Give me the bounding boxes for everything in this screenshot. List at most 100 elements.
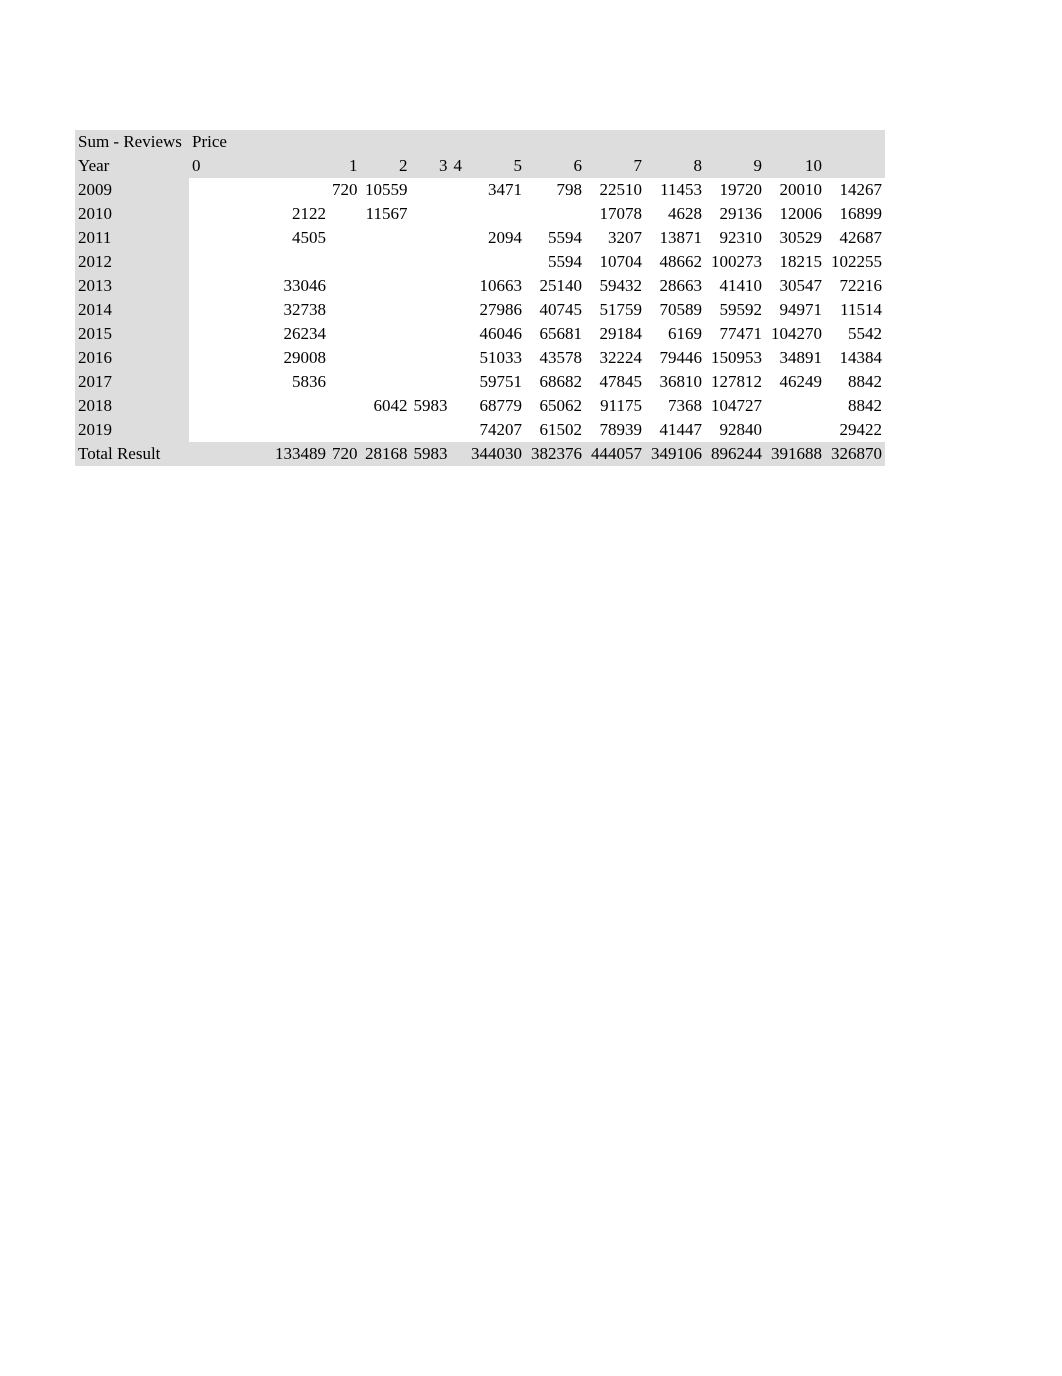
data-cell: 34891 [765,346,825,370]
data-cell: 68682 [525,370,585,394]
data-cell [411,298,451,322]
data-cell: 92310 [705,226,765,250]
data-cell: 65681 [525,322,585,346]
data-cell: 20010 [765,178,825,202]
data-cell: 2094 [465,226,525,250]
data-cell: 28663 [645,274,705,298]
data-cell: 51759 [585,298,645,322]
total-row: Total Result1334897202816859833440303823… [75,442,885,466]
data-cell [361,370,411,394]
blank-header [451,130,466,154]
data-cell: 10663 [465,274,525,298]
data-cell [329,394,361,418]
row-label: 2010 [75,202,189,226]
row-label: 2016 [75,346,189,370]
measure-label: Sum - Reviews [75,130,189,154]
data-cell: 77471 [705,322,765,346]
data-cell: 74207 [465,418,525,442]
data-cell: 18215 [765,250,825,274]
column-header: 2 [361,154,411,178]
data-cell: 5594 [525,250,585,274]
data-cell: 40745 [525,298,585,322]
data-cell: 100273 [705,250,765,274]
table-row: 2009720105593471798225101145319720200101… [75,178,885,202]
total-cell: 382376 [525,442,585,466]
column-field-label: Price [189,130,329,154]
data-cell [329,298,361,322]
data-cell [189,394,329,418]
data-cell [411,370,451,394]
data-cell [361,226,411,250]
data-cell [361,346,411,370]
data-cell: 11567 [361,202,411,226]
column-header: 3 [411,154,451,178]
data-cell: 65062 [525,394,585,418]
data-cell [411,226,451,250]
total-cell: 326870 [825,442,885,466]
row-label: 2019 [75,418,189,442]
column-header: 5 [465,154,525,178]
blank-header [765,130,825,154]
data-cell: 12006 [765,202,825,226]
data-cell: 41410 [705,274,765,298]
data-cell [411,178,451,202]
data-cell: 17078 [585,202,645,226]
row-label: 2014 [75,298,189,322]
data-cell: 104270 [765,322,825,346]
data-cell: 6042 [361,394,411,418]
data-cell: 22510 [585,178,645,202]
blank-header [411,130,451,154]
row-label: 2017 [75,370,189,394]
data-cell [451,322,466,346]
data-cell: 4628 [645,202,705,226]
table-row: 2017583659751686824784536810127812462498… [75,370,885,394]
data-cell [329,202,361,226]
data-cell [411,418,451,442]
data-cell: 36810 [645,370,705,394]
blank-header [585,130,645,154]
row-label: 2015 [75,322,189,346]
data-cell: 29136 [705,202,765,226]
blank-header [525,130,585,154]
data-cell: 11453 [645,178,705,202]
total-cell: 28168 [361,442,411,466]
total-label: Total Result [75,442,189,466]
data-cell: 5594 [525,226,585,250]
data-cell: 48662 [645,250,705,274]
data-cell: 30547 [765,274,825,298]
row-label: 2018 [75,394,189,418]
data-cell [411,202,451,226]
data-cell [411,274,451,298]
data-cell: 14267 [825,178,885,202]
data-cell [451,226,466,250]
data-cell: 59592 [705,298,765,322]
data-cell [451,202,466,226]
data-cell: 92840 [705,418,765,442]
data-cell: 59751 [465,370,525,394]
data-cell: 7368 [645,394,705,418]
total-cell: 720 [329,442,361,466]
data-cell [361,298,411,322]
data-cell: 51033 [465,346,525,370]
pivot-body: Sum - Reviews Price Year 0 1 2 3 4 5 6 7… [75,130,885,466]
data-cell [189,178,329,202]
data-cell: 5542 [825,322,885,346]
data-cell: 10559 [361,178,411,202]
data-cell [361,418,411,442]
total-cell: 444057 [585,442,645,466]
data-cell [329,346,361,370]
total-cell [451,442,466,466]
data-cell: 8842 [825,394,885,418]
data-cell: 3471 [465,178,525,202]
column-header: 9 [705,154,765,178]
data-cell: 3207 [585,226,645,250]
data-cell [329,226,361,250]
total-cell: 5983 [411,442,451,466]
data-cell [525,202,585,226]
total-cell: 391688 [765,442,825,466]
column-header: 0 [189,154,329,178]
data-cell [329,274,361,298]
data-cell: 33046 [189,274,329,298]
total-cell: 344030 [465,442,525,466]
data-cell: 2122 [189,202,329,226]
